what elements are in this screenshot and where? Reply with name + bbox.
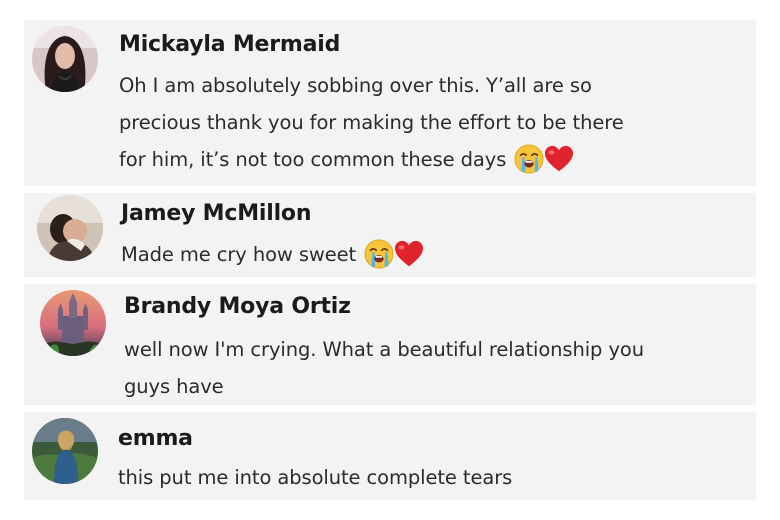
- comment-line: this put me into absolute complete tears: [118, 466, 513, 489]
- loudly-crying-face-icon: [514, 144, 544, 174]
- comment-text: Oh I am absolutely sobbing over this. Y’…: [119, 67, 739, 178]
- avatar[interactable]: [40, 290, 106, 356]
- comment-line-text: for him, it’s not too common these days: [119, 148, 507, 171]
- avatar[interactable]: [37, 195, 103, 261]
- comment-list: Mickayla Mermaid Oh I am absolutely sobb…: [0, 0, 780, 520]
- comment-text: well now I'm crying. What a beautiful re…: [124, 331, 744, 405]
- comment-author[interactable]: Jamey McMillon: [121, 201, 312, 226]
- comment-author[interactable]: Mickayla Mermaid: [119, 32, 340, 57]
- comment-item: Brandy Moya Ortiz well now I'm crying. W…: [24, 284, 756, 405]
- comment-text: this put me into absolute complete tears: [118, 459, 512, 496]
- comment-line-text: Made me cry how sweet: [121, 243, 357, 266]
- comment-line: Made me cry how sweet: [121, 236, 424, 273]
- comment-line: well now I'm crying. What a beautiful re…: [124, 338, 644, 361]
- comment-item: emma this put me into absolute complete …: [24, 412, 756, 500]
- comment-line: guys have: [124, 375, 224, 398]
- comment-author[interactable]: emma: [118, 426, 193, 451]
- comment-line: for him, it’s not too common these days: [119, 141, 739, 178]
- loudly-crying-face-icon: [364, 239, 394, 269]
- comment-item: Mickayla Mermaid Oh I am absolutely sobb…: [24, 20, 756, 186]
- comment-item: Jamey McMillon Made me cry how sweet: [24, 193, 756, 277]
- red-heart-icon: [394, 239, 424, 269]
- comment-line: precious thank you for making the effort…: [119, 111, 624, 134]
- comment-line: Oh I am absolutely sobbing over this. Y’…: [119, 74, 592, 97]
- red-heart-icon: [544, 144, 574, 174]
- avatar[interactable]: [32, 418, 98, 484]
- comment-author[interactable]: Brandy Moya Ortiz: [124, 294, 351, 319]
- comment-text: Made me cry how sweet: [121, 236, 424, 273]
- avatar[interactable]: [32, 26, 98, 92]
